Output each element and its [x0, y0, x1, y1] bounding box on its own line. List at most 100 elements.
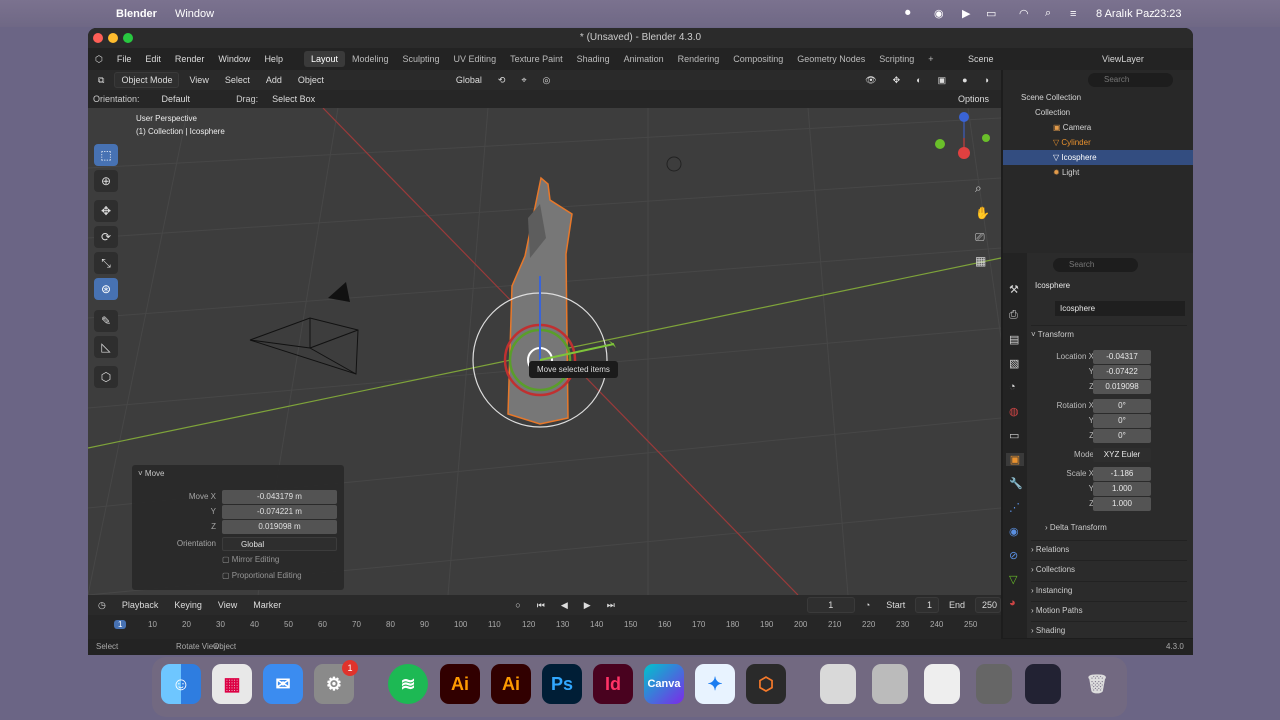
illustrator-2-icon[interactable]: Ai	[491, 664, 531, 704]
output-tab-icon[interactable]: ▤	[1009, 333, 1019, 346]
xray-icon[interactable]: ▣	[932, 73, 953, 88]
zoom-icon[interactable]: ⌕	[975, 181, 982, 196]
trash-icon[interactable]: 🗑	[1077, 664, 1117, 704]
motion-paths-panel[interactable]: › Motion Paths	[1031, 601, 1187, 619]
play-forward-icon[interactable]: ▶	[578, 598, 597, 613]
world-tab-icon[interactable]: ◍	[1009, 405, 1019, 418]
menubar-app-name[interactable]: Blender	[116, 8, 157, 20]
tab-geometry-nodes[interactable]: Geometry Nodes	[790, 51, 872, 67]
menubar-window[interactable]: Window	[175, 8, 214, 20]
battery-icon[interactable]: ▭	[986, 7, 996, 20]
launchpad-icon[interactable]: ▦	[212, 664, 252, 704]
ortho-grid-icon[interactable]: ▦	[975, 254, 986, 268]
start-frame-field[interactable]: 1	[915, 597, 939, 613]
cursor-tool[interactable]: ⊕	[94, 170, 118, 192]
camera-view-icon[interactable]: ⎚	[975, 230, 985, 245]
collection-tab-icon[interactable]: ▭	[1009, 429, 1019, 442]
recent-window-3-icon[interactable]	[924, 664, 960, 704]
recent-window-5-icon[interactable]	[1025, 664, 1061, 704]
play-icon[interactable]: ▶	[962, 7, 970, 20]
canva-icon[interactable]: Canva	[644, 664, 684, 704]
minimize-window-button[interactable]	[108, 33, 118, 43]
options-dropdown[interactable]: Options	[952, 92, 995, 106]
rotation-mode-dropdown[interactable]: XYZ Euler	[1093, 448, 1151, 462]
pivot-icon[interactable]: ⟲	[492, 73, 512, 88]
transform-panel-header[interactable]: ˅ Transform	[1031, 325, 1187, 343]
view-layer-tab-icon[interactable]: ▧	[1009, 357, 1019, 370]
timeline-ruler[interactable]: 1 10 20 30 40 50 60 70 80 90 100 110 120 130 140 150 160…	[88, 617, 1001, 637]
tab-texture-paint[interactable]: Texture Paint	[503, 51, 570, 67]
tab-animation[interactable]: Animation	[617, 51, 671, 67]
collections-panel[interactable]: › Collections	[1031, 560, 1187, 578]
instancing-panel[interactable]: › Instancing	[1031, 581, 1187, 599]
rotation-z-field[interactable]: 0°	[1093, 429, 1151, 443]
menubar-time[interactable]: 23:23	[1154, 8, 1182, 20]
timeline-view-menu[interactable]: View	[212, 598, 243, 612]
add-workspace-icon[interactable]: +	[921, 51, 940, 67]
shading-solid-icon[interactable]: ●	[956, 73, 973, 87]
scene-collection-row[interactable]: Scene Collection	[1003, 90, 1193, 105]
scale-y-field[interactable]: 1.000	[1093, 482, 1151, 496]
drag-dropdown[interactable]: Select Box	[266, 92, 321, 106]
recent-window-2-icon[interactable]	[872, 664, 908, 704]
object-name-field[interactable]: Icosphere	[1055, 301, 1185, 316]
scale-z-field[interactable]: 1.000	[1093, 497, 1151, 511]
tab-compositing[interactable]: Compositing	[726, 51, 790, 67]
menu-file[interactable]: File	[110, 54, 139, 64]
safari-icon[interactable]: ✦	[695, 664, 735, 704]
object-tab-icon[interactable]: ▣	[1006, 453, 1024, 466]
editor-type-icon[interactable]: ⧉	[92, 73, 110, 88]
rotation-y-field[interactable]: 0°	[1093, 414, 1151, 428]
menu-window[interactable]: Window	[211, 54, 257, 64]
menubar-date[interactable]: 8 Aralık Paz	[1096, 8, 1155, 20]
search-icon[interactable]: ⌕	[1045, 7, 1051, 20]
pan-hand-icon[interactable]: ✋	[975, 206, 990, 220]
control-center-icon[interactable]: ≡	[1070, 8, 1076, 20]
tab-uv-editing[interactable]: UV Editing	[447, 51, 504, 67]
tab-modeling[interactable]: Modeling	[345, 51, 396, 67]
tab-rendering[interactable]: Rendering	[671, 51, 727, 67]
transform-tool[interactable]: ⊛	[94, 278, 118, 300]
photoshop-icon[interactable]: Ps	[542, 664, 582, 704]
select-box-tool[interactable]: ⬚	[94, 144, 118, 166]
view-menu[interactable]: View	[183, 73, 214, 87]
rotate-tool[interactable]: ⟳	[94, 226, 118, 248]
outliner-camera[interactable]: ▣ Camera	[1003, 120, 1193, 135]
stopwatch-icon[interactable]: ◔	[859, 598, 876, 612]
tool-tab-icon[interactable]: ⚒	[1009, 283, 1019, 296]
relations-panel[interactable]: › Relations	[1031, 540, 1187, 558]
proportional-editing-checkbox[interactable]: ▢ Proportional Editing	[222, 571, 302, 580]
blender-logo-icon[interactable]: ⬡	[88, 54, 110, 65]
location-z-field[interactable]: 0.019098	[1093, 380, 1151, 394]
outliner-search-input[interactable]: Search	[1088, 73, 1173, 87]
record-icon[interactable]: ⏺	[905, 7, 911, 20]
jump-start-icon[interactable]: ⏮	[531, 598, 551, 613]
location-x-field[interactable]: -0.04317	[1093, 350, 1151, 364]
playback-menu[interactable]: Playback	[116, 598, 165, 612]
rotation-x-field[interactable]: 0°	[1093, 399, 1151, 413]
menu-edit[interactable]: Edit	[138, 54, 168, 64]
tab-shading[interactable]: Shading	[570, 51, 617, 67]
play-reverse-icon[interactable]: ◀	[555, 598, 574, 613]
tab-layout[interactable]: Layout	[303, 51, 345, 67]
physics-tab-icon[interactable]: ◉	[1009, 525, 1019, 538]
3d-viewport[interactable]: User Perspective (1) Collection | Icosph…	[88, 108, 1001, 595]
current-frame-field[interactable]: 1	[806, 597, 855, 613]
shading-panel[interactable]: › Shading	[1031, 621, 1187, 639]
end-frame-field[interactable]: 250	[975, 597, 1001, 613]
mail-icon[interactable]: ✉	[263, 664, 303, 704]
move-tool[interactable]: ✥	[94, 200, 118, 222]
object-mode-dropdown[interactable]: Object Mode	[114, 72, 180, 88]
scale-x-field[interactable]: -1.186	[1093, 467, 1151, 481]
wifi-icon[interactable]: ◠	[1019, 7, 1029, 20]
tab-scripting[interactable]: Scripting	[872, 51, 921, 67]
recent-window-4-icon[interactable]	[976, 664, 1012, 704]
recent-window-1-icon[interactable]	[820, 664, 856, 704]
close-window-button[interactable]	[93, 33, 103, 43]
outliner-cylinder[interactable]: ▽ Cylinder	[1003, 135, 1193, 150]
spotify-icon[interactable]: ≋	[388, 664, 428, 704]
add-cube-tool[interactable]: ⬡	[94, 366, 118, 388]
viewlayer-selector[interactable]: ViewLayer	[1102, 54, 1144, 64]
delta-transform-panel[interactable]: › Delta Transform	[1031, 519, 1187, 537]
properties-search-input[interactable]: Search	[1053, 258, 1138, 272]
